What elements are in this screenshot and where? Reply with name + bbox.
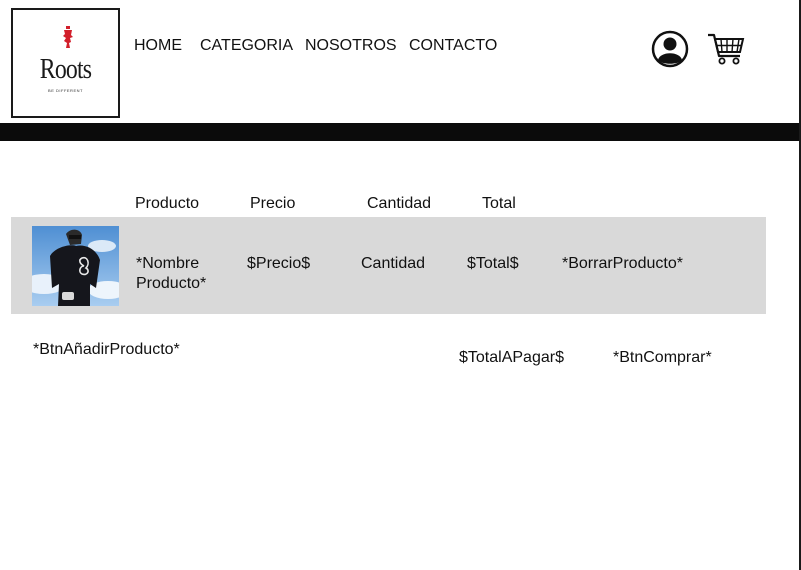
total-to-pay: $TotalAPagar$ — [459, 349, 564, 366]
header-producto: Producto — [135, 195, 200, 212]
header-divider-bar — [0, 123, 799, 141]
nav-home[interactable]: HOME — [134, 37, 182, 55]
product-image — [32, 226, 119, 306]
product-price: $Precio$ — [247, 255, 311, 272]
user-circle-icon[interactable] — [651, 30, 689, 68]
cart-item-row: *Nombre Producto* $Precio$ Cantidad $Tot… — [11, 217, 766, 314]
delete-product-button[interactable]: *BorrarProducto* — [562, 254, 683, 274]
nav-nosotros[interactable]: NOSOTROS — [305, 37, 397, 55]
buy-button[interactable]: *BtnComprar* — [613, 349, 712, 367]
logo-wordmark: Roots — [39, 53, 92, 85]
product-name: *Nombre Producto* — [136, 254, 206, 294]
nav-categoria[interactable]: CATEGORIA — [200, 37, 293, 55]
header-cantidad: Cantidad — [367, 195, 432, 212]
product-name-line1: *Nombre — [136, 255, 200, 272]
logo-tagline: BE DIFFERENT — [48, 88, 83, 93]
nav-contacto[interactable]: CONTACTO — [409, 37, 497, 55]
product-total: $Total$ — [467, 255, 519, 272]
header-total: Total — [482, 195, 516, 212]
shopping-cart-icon[interactable] — [707, 30, 745, 68]
header-precio: Precio — [250, 195, 296, 212]
product-quantity[interactable]: Cantidad — [361, 254, 425, 274]
brand-logo[interactable]: Roots BE DIFFERENT — [11, 8, 120, 118]
add-product-button[interactable]: *BtnAñadirProducto* — [33, 341, 180, 359]
product-name-line2: Producto* — [136, 275, 207, 292]
logo-mark-icon — [63, 26, 73, 48]
